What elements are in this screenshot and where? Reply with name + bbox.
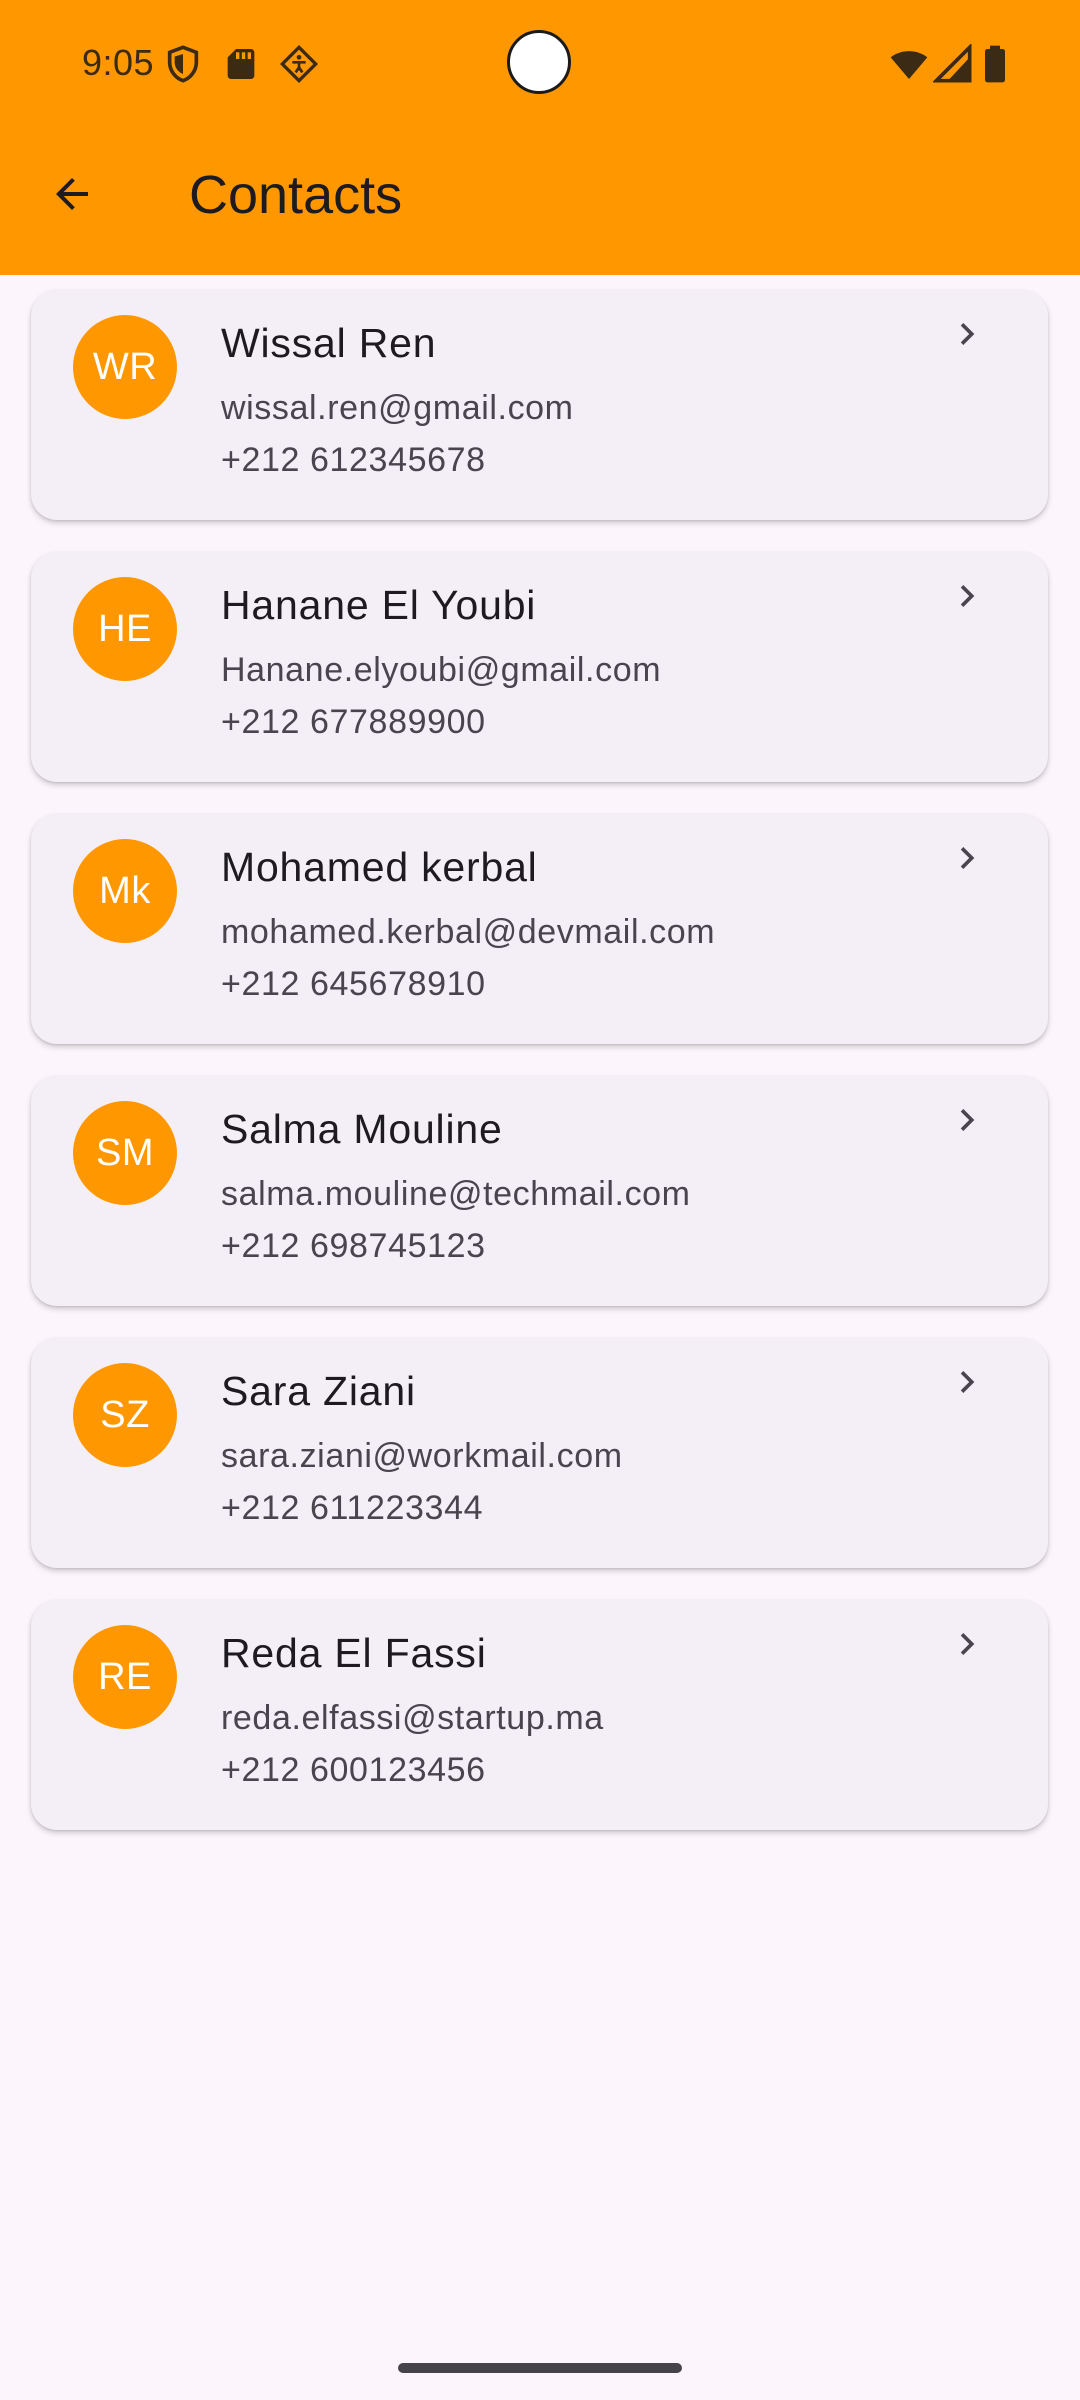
chevron-right-icon xyxy=(943,834,991,882)
contact-name: Reda El Fassi xyxy=(221,1630,487,1676)
contact-phone: +212 600123456 xyxy=(221,1751,486,1789)
contact-email: salma.mouline@techmail.com xyxy=(221,1175,691,1213)
cell-signal-icon xyxy=(931,42,973,84)
contact-email: Hanane.elyoubi@gmail.com xyxy=(221,651,662,689)
battery-icon xyxy=(975,44,1015,84)
contact-phone: +212 611223344 xyxy=(221,1489,484,1527)
accessibility-icon xyxy=(279,44,319,84)
contact-card[interactable]: SZ Sara Ziani sara.ziani@workmail.com +2… xyxy=(31,1338,1048,1568)
shield-icon xyxy=(163,44,203,84)
avatar: SM xyxy=(73,1101,177,1205)
sd-card-icon xyxy=(221,44,261,84)
contact-card[interactable]: RE Reda El Fassi reda.elfassi@startup.ma… xyxy=(31,1600,1048,1830)
contact-phone: +212 645678910 xyxy=(221,965,486,1003)
page-title: Contacts xyxy=(189,165,403,225)
contact-card[interactable]: Mk Mohamed kerbal mohamed.kerbal@devmail… xyxy=(31,814,1048,1044)
avatar: WR xyxy=(73,315,177,419)
status-bar: 9:05 xyxy=(0,0,1080,128)
chevron-right-icon xyxy=(943,310,991,358)
contact-name: Mohamed kerbal xyxy=(221,844,538,890)
chevron-right-icon xyxy=(943,572,991,620)
wifi-icon xyxy=(889,44,929,84)
contact-phone: +212 677889900 xyxy=(221,703,486,741)
status-time: 9:05 xyxy=(82,42,155,83)
contact-card[interactable]: SM Salma Mouline salma.mouline@techmail.… xyxy=(31,1076,1048,1306)
avatar: RE xyxy=(73,1625,177,1729)
back-button[interactable] xyxy=(36,160,108,232)
contact-email: sara.ziani@workmail.com xyxy=(221,1437,623,1475)
app-bar: 9:05 Contacts xyxy=(0,0,1080,275)
contact-name: Hanane El Youbi xyxy=(221,582,537,628)
chevron-right-icon xyxy=(943,1096,991,1144)
avatar: Mk xyxy=(73,839,177,943)
contact-email: wissal.ren@gmail.com xyxy=(221,389,574,427)
contact-email: reda.elfassi@startup.ma xyxy=(221,1699,604,1737)
avatar: SZ xyxy=(73,1363,177,1467)
contact-card[interactable]: WR Wissal Ren wissal.ren@gmail.com +212 … xyxy=(31,290,1048,520)
contact-name: Salma Mouline xyxy=(221,1106,503,1152)
contact-name: Wissal Ren xyxy=(221,320,437,366)
contact-phone: +212 612345678 xyxy=(221,441,486,479)
contact-card[interactable]: HE Hanane El Youbi Hanane.elyoubi@gmail.… xyxy=(31,552,1048,782)
chevron-right-icon xyxy=(943,1358,991,1406)
camera-cutout xyxy=(507,30,571,94)
chevron-right-icon xyxy=(943,1620,991,1668)
home-indicator[interactable] xyxy=(398,2363,682,2373)
contact-phone: +212 698745123 xyxy=(221,1227,486,1265)
avatar: HE xyxy=(73,577,177,681)
contact-name: Sara Ziani xyxy=(221,1368,416,1414)
arrow-back-icon xyxy=(48,170,96,223)
contact-email: mohamed.kerbal@devmail.com xyxy=(221,913,716,951)
